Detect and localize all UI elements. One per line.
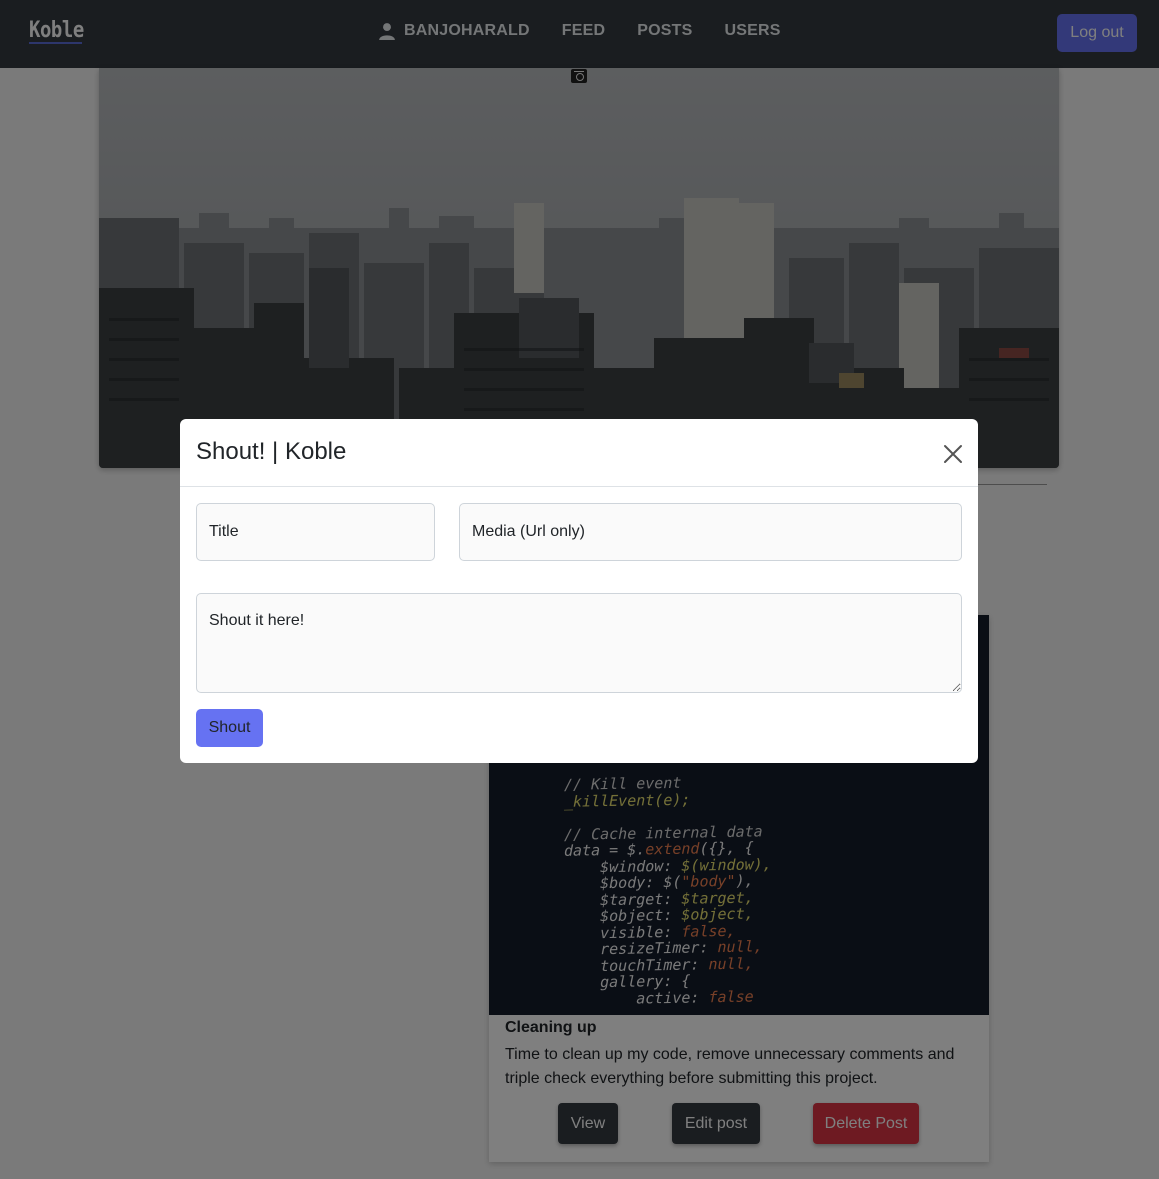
media-url-input[interactable] — [459, 503, 962, 561]
close-icon[interactable] — [942, 443, 964, 465]
shout-modal: Shout! | Koble Shout — [180, 419, 978, 763]
shout-button[interactable]: Shout — [196, 709, 263, 747]
shout-textarea[interactable] — [196, 593, 962, 693]
title-input[interactable] — [196, 503, 435, 561]
modal-header: Shout! | Koble — [180, 419, 978, 487]
modal-title: Shout! | Koble — [196, 438, 347, 465]
